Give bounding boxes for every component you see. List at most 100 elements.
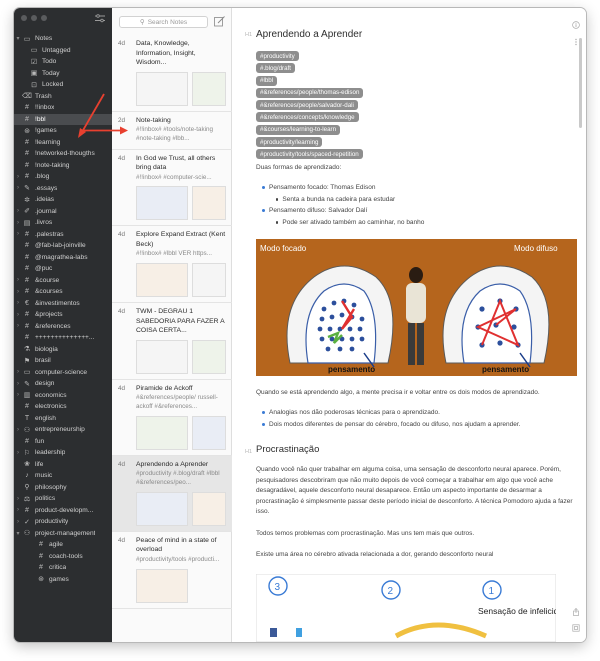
disclosure-chevron-icon[interactable]: › bbox=[14, 185, 22, 191]
disclosure-chevron-icon[interactable]: › bbox=[14, 277, 22, 283]
sidebar-item-design[interactable]: › ✎ design bbox=[14, 378, 112, 390]
sidebar-item-critica[interactable]: # critica bbox=[14, 562, 112, 574]
note-list-item[interactable]: 4d TWM - DEGRAU 1 SABEDORIA PARA FAZER A … bbox=[112, 303, 232, 380]
leadership-icon: ⚐ bbox=[23, 449, 31, 457]
note-list-item[interactable]: 4d Aprendendo a Aprender #productivity #.b… bbox=[112, 455, 232, 532]
sidebar-item-project-management[interactable]: ▾ ⚇ project-management bbox=[14, 528, 112, 540]
disclosure-chevron-icon[interactable]: › bbox=[14, 174, 22, 180]
note-tag[interactable]: #&courses/learning-to-learn bbox=[256, 124, 341, 135]
sidebar-item-today[interactable]: ▣ Today bbox=[14, 68, 112, 80]
sidebar-item-networked-thougths[interactable]: # !networked-thougths bbox=[14, 148, 112, 160]
sidebar-item-music[interactable]: ♪ music bbox=[14, 470, 112, 482]
disclosure-chevron-icon[interactable]: › bbox=[14, 220, 22, 226]
sidebar-item-projects[interactable]: › # &projects bbox=[14, 309, 112, 321]
note-tag[interactable]: #&references/people/thomas-edison bbox=[256, 87, 364, 98]
zoom-window-button[interactable] bbox=[41, 15, 47, 21]
note-tag[interactable]: #&references/concepts/knowledge bbox=[256, 112, 359, 123]
sidebar-item-notes[interactable]: ▾ ▭ Notes bbox=[14, 33, 112, 45]
close-window-button[interactable] bbox=[21, 15, 27, 21]
disclosure-chevron-icon[interactable]: › bbox=[14, 507, 22, 513]
procrastination-image[interactable]: 3 2 1 Sensação de infelicidade bbox=[256, 574, 556, 642]
sidebar-item-inbox[interactable]: # !!inbox bbox=[14, 102, 112, 114]
note-tag[interactable]: #productivity bbox=[256, 51, 299, 61]
sidebar-item-bbl[interactable]: # !bbl bbox=[14, 113, 112, 125]
disclosure-chevron-icon[interactable]: › bbox=[14, 312, 22, 318]
sidebar-item-palestras[interactable]: › # .palestras bbox=[14, 229, 112, 241]
note-list-item[interactable]: 2d Note-taking #!!inbox# #tools/note-takin… bbox=[112, 112, 232, 150]
learning-modes-image[interactable]: Modo focado Modo difuso pensamento pensa… bbox=[256, 239, 577, 376]
disclosure-chevron-icon[interactable]: › bbox=[14, 519, 22, 525]
disclosure-chevron-icon[interactable]: › bbox=[14, 427, 22, 433]
disclosure-chevron-icon[interactable]: › bbox=[14, 208, 22, 214]
sidebar-item-fun[interactable]: # fun bbox=[14, 436, 112, 448]
sidebar-item-magrathea-labs[interactable]: # @magrathea-labs bbox=[14, 252, 112, 264]
sidebar-item-philosophy[interactable]: ⚲ philosophy bbox=[14, 482, 112, 494]
info-icon[interactable] bbox=[572, 21, 580, 29]
note-list-item[interactable]: 4d Piramide de Ackoff #&references/people/… bbox=[112, 380, 232, 456]
sidebar-item-investimentos[interactable]: › € &investimentos bbox=[14, 298, 112, 310]
minimize-window-button[interactable] bbox=[31, 15, 37, 21]
sidebar-item-ideias[interactable]: ✲ .ideias bbox=[14, 194, 112, 206]
note-list-item[interactable]: 4d In God we Trust, all others bring data… bbox=[112, 150, 232, 227]
sidebar-item-electronics[interactable]: # electronics bbox=[14, 401, 112, 413]
sidebar-item-journal[interactable]: › ✐ .journal bbox=[14, 206, 112, 218]
note-list-item[interactable]: 4d Peace of mind in a state of overload #p… bbox=[112, 532, 232, 609]
disclosure-chevron-icon[interactable]: ▾ bbox=[14, 35, 22, 42]
sidebar-item-product-developm[interactable]: › # product-developm... bbox=[14, 505, 112, 517]
sidebar-item-leadership[interactable]: › ⚐ leadership bbox=[14, 447, 112, 459]
sidebar-item-learning[interactable]: # !learning bbox=[14, 137, 112, 149]
sidebar-item-references[interactable]: › # &references bbox=[14, 321, 112, 333]
share-icon[interactable] bbox=[572, 608, 580, 616]
sidebar-item-courses[interactable]: › # &courses bbox=[14, 286, 112, 298]
sidebar-item-politics[interactable]: › ⚖ politics bbox=[14, 493, 112, 505]
disclosure-chevron-icon[interactable]: › bbox=[14, 450, 22, 456]
disclosure-chevron-icon[interactable]: › bbox=[14, 381, 22, 387]
disclosure-chevron-icon[interactable]: › bbox=[14, 496, 22, 502]
editor-scrollbar[interactable] bbox=[579, 38, 582, 128]
disclosure-chevron-icon[interactable]: ▾ bbox=[14, 530, 22, 537]
disclosure-chevron-icon[interactable]: › bbox=[14, 300, 22, 306]
sidebar-item-life[interactable]: ❀ life bbox=[14, 459, 112, 471]
note-tag[interactable]: #productivity/learning bbox=[256, 137, 323, 148]
more-options-icon[interactable] bbox=[572, 38, 580, 46]
disclosure-chevron-icon[interactable]: › bbox=[14, 392, 22, 398]
disclosure-chevron-icon[interactable]: › bbox=[14, 289, 22, 295]
note-list-item[interactable]: 4d Data, Knowledge, Information, Insight,… bbox=[112, 35, 232, 112]
sidebar-item-productivity[interactable]: › ✓ productivity bbox=[14, 516, 112, 528]
sidebar-item-note-taking[interactable]: # !note-taking bbox=[14, 160, 112, 172]
note-list-item[interactable]: 4d Explore Expand Extract (Kent Beck) #!!i… bbox=[112, 226, 232, 304]
sidebar-item-games[interactable]: ⊛ !games bbox=[14, 125, 112, 137]
note-tag[interactable]: #&references/people/salvador-dali bbox=[256, 100, 358, 111]
disclosure-chevron-icon[interactable]: › bbox=[14, 231, 22, 237]
compose-note-icon[interactable] bbox=[214, 16, 225, 27]
sidebar-item-untagged[interactable]: ▭ Untagged bbox=[14, 45, 112, 57]
note-tag[interactable]: #productivity/tools/spaced-repetition bbox=[256, 149, 363, 160]
disclosure-chevron-icon[interactable]: › bbox=[14, 369, 22, 375]
sidebar-item-games[interactable]: ⊛ games bbox=[14, 574, 112, 586]
sidebar-item-essays[interactable]: › ✎ .essays bbox=[14, 183, 112, 195]
sidebar-item-entrepreneurship[interactable]: › ⚇ entrepreneurship bbox=[14, 424, 112, 436]
sidebar-item-livros[interactable]: › ▤ .livros bbox=[14, 217, 112, 229]
sidebar-item-brasil[interactable]: ⚑ brasil bbox=[14, 355, 112, 367]
sidebar-item-[interactable]: # ++++++++++++++... bbox=[14, 332, 112, 344]
sidebar-item-agile[interactable]: # agile bbox=[14, 539, 112, 551]
sidebar-item-puc[interactable]: # @puc bbox=[14, 263, 112, 275]
sidebar-item-blog[interactable]: › # .blog bbox=[14, 171, 112, 183]
sidebar-item-course[interactable]: › # &course bbox=[14, 275, 112, 287]
sidebar-item-locked[interactable]: ⊡ Locked bbox=[14, 79, 112, 91]
note-tag[interactable]: #.blog/draft bbox=[256, 63, 295, 74]
sliders-icon[interactable] bbox=[95, 14, 105, 23]
sidebar-item-label: electronics bbox=[35, 403, 67, 411]
disclosure-chevron-icon[interactable]: › bbox=[14, 323, 22, 329]
sidebar-item-trash[interactable]: ⌫ Trash bbox=[14, 91, 112, 103]
sidebar-item-fab-lab-joinville[interactable]: # @fab-lab-joinville bbox=[14, 240, 112, 252]
sidebar-item-computer-science[interactable]: › ▭ computer-science bbox=[14, 367, 112, 379]
sidebar-item-todo[interactable]: ☑ Todo bbox=[14, 56, 112, 68]
sidebar-item-biologia[interactable]: ⚗ biologia bbox=[14, 344, 112, 356]
sidebar-item-coach-tools[interactable]: # coach-tools bbox=[14, 551, 112, 563]
focus-mode-icon[interactable] bbox=[572, 624, 580, 632]
sidebar-item-english[interactable]: Tenglish bbox=[14, 413, 112, 425]
note-tag[interactable]: #lbbl bbox=[256, 75, 278, 86]
search-input[interactable]: ⚲ Search Notes bbox=[119, 16, 208, 28]
sidebar-item-economics[interactable]: › ▥ economics bbox=[14, 390, 112, 402]
